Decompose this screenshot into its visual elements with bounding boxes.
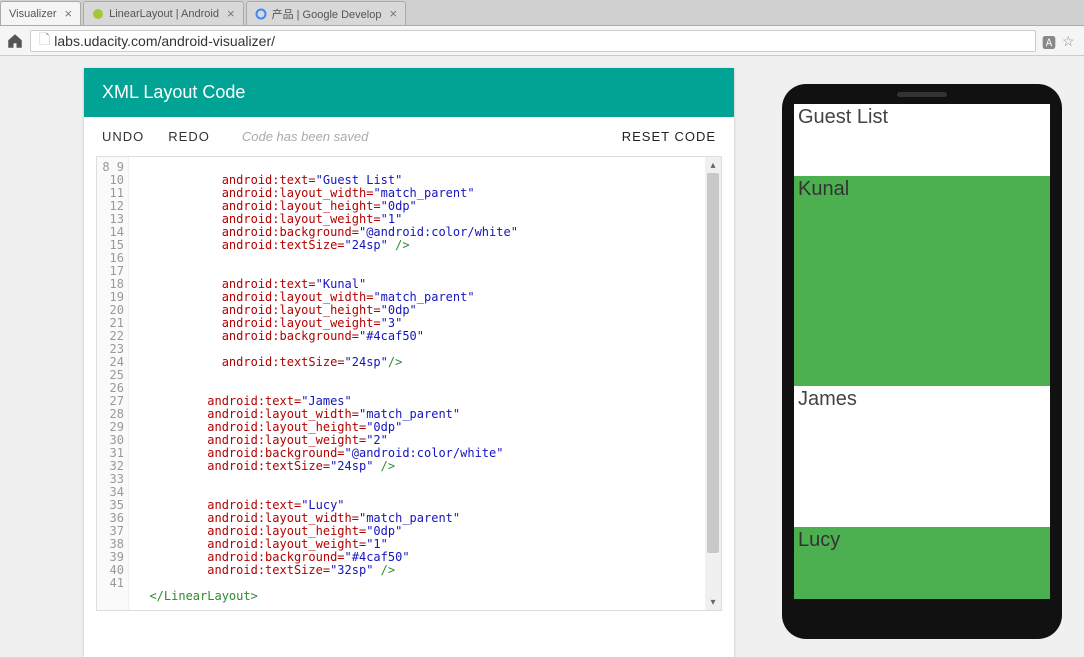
preview-row: Lucy — [794, 527, 1050, 599]
close-icon[interactable]: × — [65, 6, 73, 21]
toolbar: UNDO REDO Code has been saved RESET CODE — [84, 117, 734, 156]
code-editor[interactable]: 8 9 10 11 12 13 14 15 16 17 18 19 20 21 … — [96, 156, 722, 611]
code-text[interactable]: android:text="Guest List" android:layout… — [129, 157, 721, 610]
undo-button[interactable]: UNDO — [102, 129, 144, 144]
line-gutter: 8 9 10 11 12 13 14 15 16 17 18 19 20 21 … — [97, 157, 129, 610]
url-text: labs.udacity.com/android-visualizer/ — [54, 33, 275, 49]
url-input[interactable]: 🗋 labs.udacity.com/android-visualizer/ — [30, 30, 1036, 52]
star-icon[interactable]: ☆ — [1062, 33, 1078, 49]
save-status: Code has been saved — [242, 129, 368, 144]
panel-title: XML Layout Code — [84, 68, 734, 117]
scroll-down-icon[interactable]: ▾ — [705, 594, 721, 610]
android-icon — [92, 8, 104, 20]
close-icon[interactable]: × — [227, 6, 235, 21]
tab-android-docs[interactable]: LinearLayout | Android × — [83, 1, 243, 25]
reset-button[interactable]: RESET CODE — [622, 129, 716, 144]
tab-google-dev[interactable]: 产品 | Google Develop × — [246, 1, 406, 25]
code-panel: XML Layout Code UNDO REDO Code has been … — [84, 68, 734, 657]
phone-speaker — [897, 92, 947, 97]
main-content: XML Layout Code UNDO REDO Code has been … — [0, 56, 1084, 657]
tab-label: 产品 | Google Develop — [272, 6, 382, 22]
preview-row: Kunal — [794, 176, 1050, 385]
preview-screen: Guest ListKunalJamesLucy — [794, 104, 1050, 599]
google-icon — [255, 8, 267, 20]
preview-row: James — [794, 386, 1050, 527]
browser-tabs: Visualizer × LinearLayout | Android × 产品… — [0, 0, 1084, 26]
device-preview: Guest ListKunalJamesLucy — [782, 84, 1062, 639]
preview-row: Guest List — [794, 104, 1050, 176]
home-icon[interactable] — [6, 32, 24, 50]
scroll-thumb[interactable] — [707, 173, 719, 553]
address-bar: 🗋 labs.udacity.com/android-visualizer/ 🅰… — [0, 26, 1084, 56]
tab-label: LinearLayout | Android — [109, 8, 219, 20]
scroll-up-icon[interactable]: ▴ — [705, 157, 721, 173]
close-icon[interactable]: × — [389, 6, 397, 21]
translate-icon[interactable]: 🅰 — [1042, 33, 1058, 49]
redo-button[interactable]: REDO — [168, 129, 210, 144]
page-icon: 🗋 — [39, 29, 50, 53]
tab-visualizer[interactable]: Visualizer × — [0, 1, 81, 25]
vertical-scrollbar[interactable]: ▴ ▾ — [705, 157, 721, 610]
tab-label: Visualizer — [9, 8, 57, 20]
